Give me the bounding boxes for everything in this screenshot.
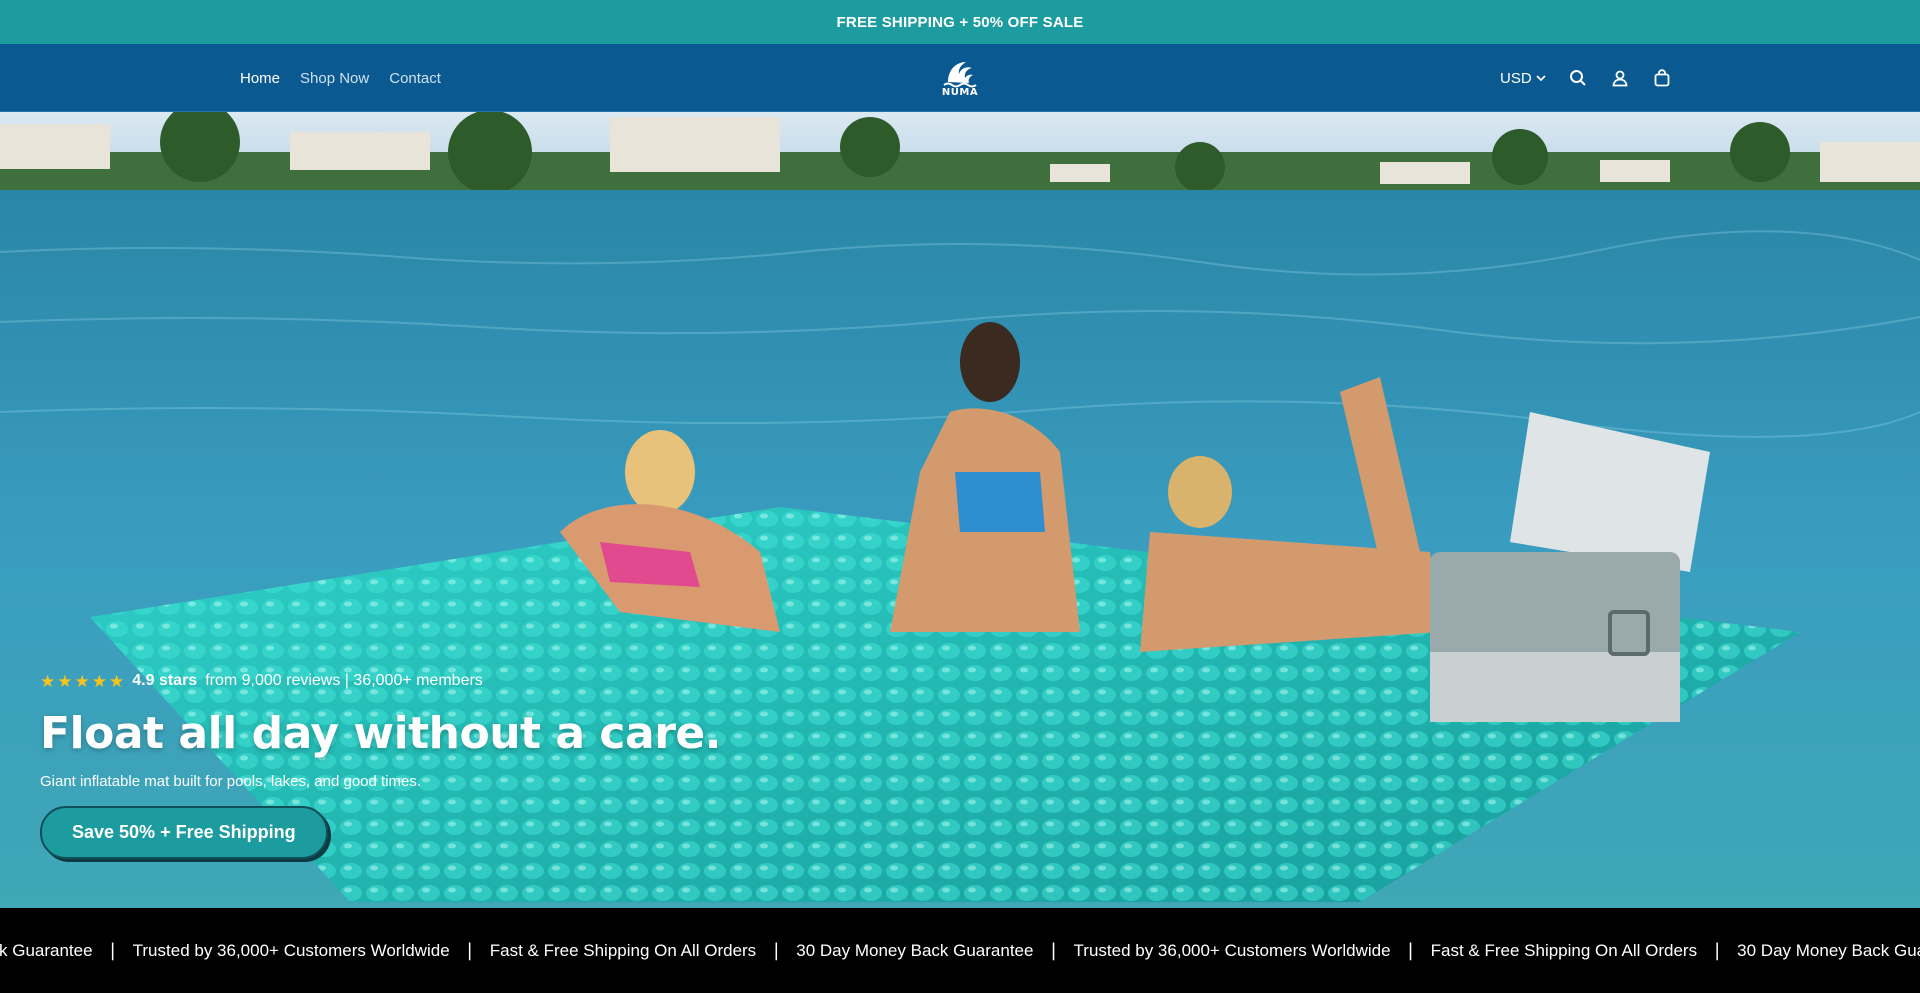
hero-subtext: Giant inflatable mat built for pools, la… [40,773,422,790]
header-utilities: USD [1500,44,1672,112]
star-icon: ★ [40,671,56,691]
ticker-item: Trusted by 36,000+ Customers Worldwide [1073,940,1391,960]
ticker-track: k Guarantee | Trusted by 36,000+ Custome… [0,908,1920,993]
star-icon: ★ [74,671,90,691]
ticker-item: 30 Day Money Back Guarantee [796,940,1034,960]
main-nav: Home Shop Now Contact [240,44,441,112]
trust-ticker: k Guarantee | Trusted by 36,000+ Custome… [0,908,1920,993]
announcement-bar: FREE SHIPPING + 50% OFF SALE [0,0,1920,44]
currency-selector[interactable]: USD [1500,70,1546,87]
rating-stars: ★ ★ ★ ★ ★ [40,673,124,690]
announcement-text: FREE SHIPPING + 50% OFF SALE [836,13,1084,31]
star-icon: ★ [109,671,125,691]
hero-content: ★ ★ ★ ★ ★ 4.9 stars from 9,000 reviews |… [40,672,721,859]
nav-shop-now[interactable]: Shop Now [300,70,369,87]
nav-home[interactable]: Home [240,70,280,87]
ticker-item: 30 Day Money Back Guarantee [1737,940,1920,960]
star-icon: ★ [57,671,73,691]
nav-contact[interactable]: Contact [389,70,441,87]
account-icon[interactable] [1610,68,1630,88]
ticker-item: Fast & Free Shipping On All Orders [489,940,757,960]
chevron-down-icon [1536,75,1546,82]
brand-logo[interactable]: NUMA [940,56,980,100]
ticker-item: Fast & Free Shipping On All Orders [1430,940,1698,960]
currency-label: USD [1500,69,1532,87]
ticker-item: Trusted by 36,000+ Customers Worldwide [132,940,450,960]
hero-headline: Float all day without a care. [40,708,721,759]
wave-logo-icon [943,62,977,88]
logo-wordmark: NUMA [941,87,979,98]
site-header: Home Shop Now Contact NUMA USD [0,44,1920,112]
star-icon: ★ [91,671,107,691]
rating-row: ★ ★ ★ ★ ★ 4.9 stars from 9,000 reviews |… [40,672,721,690]
hero-banner: ★ ★ ★ ★ ★ 4.9 stars from 9,000 reviews |… [0,112,1920,908]
save-50-cta-button[interactable]: Save 50% + Free Shipping [40,806,328,859]
rating-details: from 9,000 reviews | 36,000+ members [205,672,483,689]
search-icon[interactable] [1568,68,1588,88]
rating-score: 4.9 stars [132,672,198,689]
ticker-item: k Guarantee [0,940,93,960]
cart-icon[interactable] [1652,68,1672,88]
